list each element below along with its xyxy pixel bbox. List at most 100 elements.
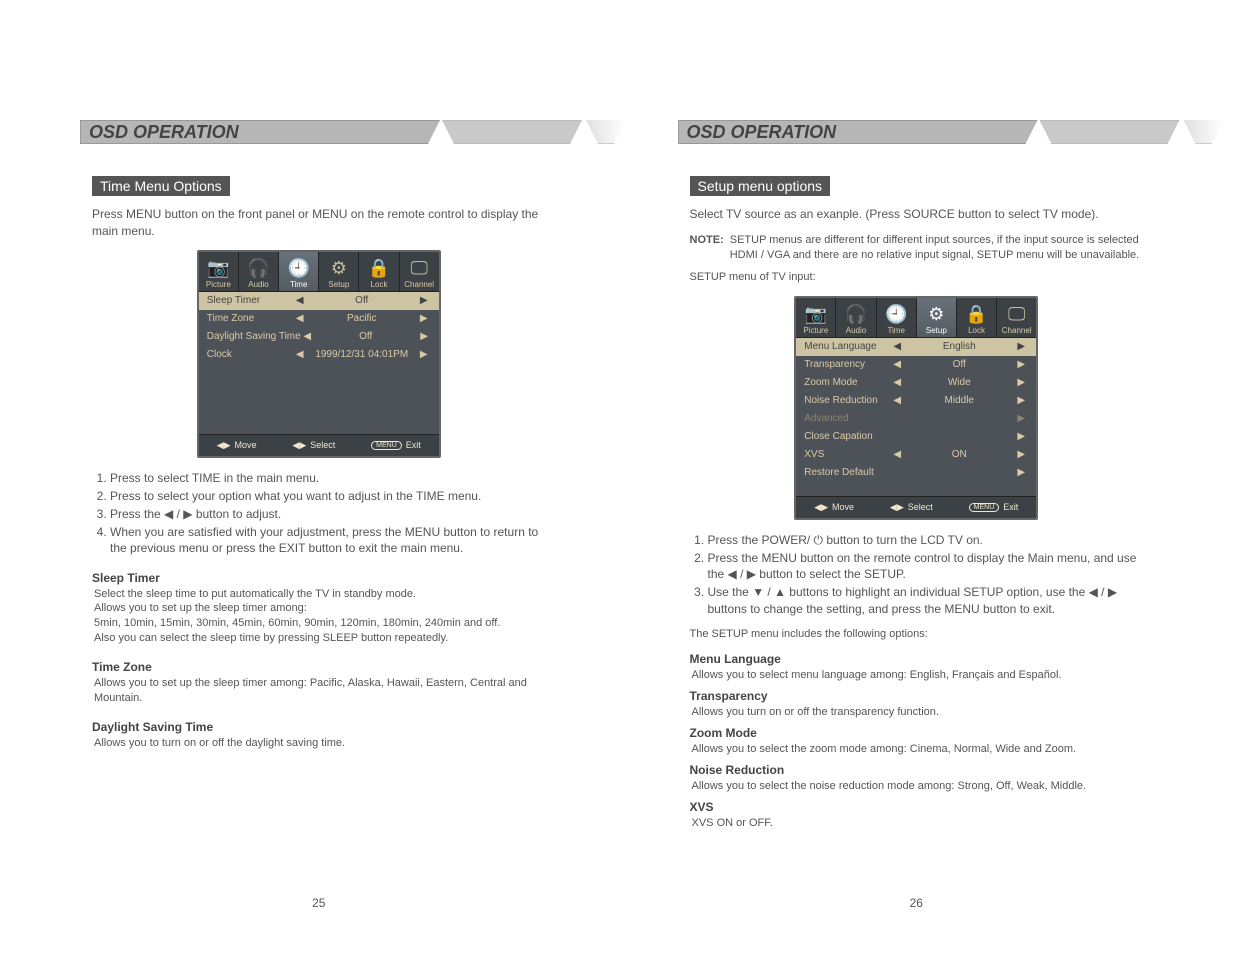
osd-tab-label: Lock [968,326,985,335]
description-section: Zoom Mode Allows you to select the zoom m… [690,726,1144,757]
osd-row[interactable]: Clock◀1999/12/31 04:01PM▶ [199,346,439,364]
osd-row[interactable]: Zoom Mode◀Wide▶ [796,374,1036,392]
osd-tab-lock[interactable]: 🔒Lock [359,252,399,291]
osd-tab-label: Time [290,280,307,289]
steps-left: Press to select TIME in the main menu. Pr… [94,470,546,557]
options-intro: The SETUP menu includes the following op… [690,627,1144,642]
osd-row-value: Off [904,359,1014,370]
arrow-right-icon: ▶ [1014,395,1028,406]
time-icon: 🕘 [279,256,318,280]
steps-right: Press the POWER/ ⏻ button to turn the LC… [692,532,1144,617]
audio-icon: 🎧 [239,256,278,280]
arrow-left-icon: ◀ [890,377,904,388]
section-body: Allows you to set up the sleep timer amo… [94,676,546,706]
arrow-right-icon: ▶ [1014,341,1028,352]
intro-right: Select TV source as an exanple. (Press S… [690,206,1144,223]
osd-tab-label: Setup [328,280,349,289]
footer-exit: MENUExit [371,440,421,450]
pagenum-right: 26 [678,896,1156,910]
osd-row-label: Time Zone [207,313,293,324]
description-section: Transparency Allows you turn on or off th… [690,689,1144,720]
arrow-right-icon: ▶ [1014,377,1028,388]
banner-right: OSD OPERATION [678,120,1156,146]
section-body: Allows you to select menu language among… [692,668,1144,683]
osd-row-label: Sleep Timer [207,295,293,306]
section-title: XVS [690,800,1144,814]
step-item: Press to select your option what you wan… [110,488,546,504]
osd-row-label: Zoom Mode [804,377,890,388]
banner-title: OSD OPERATION [678,120,1038,144]
osd-footer-left: ◀▶Move ◀▶Select MENUExit [199,434,439,456]
osd-row[interactable]: Advanced▶ [796,410,1036,428]
arrow-left-icon: ◀ [301,331,314,342]
intro-left: Press MENU button on the front panel or … [92,206,546,240]
step-item: Press the POWER/ ⏻ button to turn the LC… [708,532,1144,548]
osd-tab-audio[interactable]: 🎧Audio [836,298,876,337]
osd-row[interactable]: Noise Reduction◀Middle▶ [796,392,1036,410]
osd-tab-audio[interactable]: 🎧Audio [239,252,279,291]
section-body: XVS ON or OFF. [692,816,1144,831]
osd-tab-setup[interactable]: ⚙Setup [319,252,359,291]
osd-tab-label: Channel [404,280,434,289]
section-title: Zoom Mode [690,726,1144,740]
arrow-left-icon: ◀ [890,449,904,460]
osd-tab-picture[interactable]: 📷Picture [199,252,239,291]
osd-row[interactable]: Sleep Timer◀Off▶ [199,292,439,310]
step-item: Use the ▼ / ▲ buttons to highlight an in… [708,584,1144,616]
osd-tab-channel[interactable]: 🖵Channel [997,298,1036,337]
osd-tab-time[interactable]: 🕘Time [877,298,917,337]
osd-spacer [199,364,439,434]
osd-row-value: Pacific [307,313,417,324]
osd-tabs-left: 📷Picture🎧Audio🕘Time⚙Setup🔒Lock🖵Channel [199,252,439,292]
osd-row-value: Middle [904,395,1014,406]
osd-row[interactable]: Daylight Saving Time◀Off▶ [199,328,439,346]
banner-left: OSD OPERATION [80,120,558,146]
step-item: Press the MENU button on the remote cont… [708,550,1144,582]
section-body: Allows you to turn on or off the dayligh… [94,736,546,751]
note-row: NOTE: SETUP menus are different for diff… [690,233,1144,263]
osd-row-value: Wide [904,377,1014,388]
section-title: Transparency [690,689,1144,703]
footer-move: ◀▶Move [217,440,257,451]
page-left: OSD OPERATION Time Menu Options Press ME… [0,120,618,880]
osd-row[interactable]: Restore Default ▶ [796,464,1036,482]
osd-row[interactable]: XVS◀ON▶ [796,446,1036,464]
section-body: Allows you to select the zoom mode among… [692,742,1144,757]
banner-title: OSD OPERATION [80,120,440,144]
arrow-right-icon: ▶ [1014,467,1028,478]
osd-tab-channel[interactable]: 🖵Channel [400,252,439,291]
list-label: SETUP menu of TV input: [690,270,1144,285]
osd-tab-lock[interactable]: 🔒Lock [957,298,997,337]
section-body: Allows you turn on or off the transparen… [692,705,1144,720]
osd-row[interactable]: Transparency◀Off▶ [796,356,1036,374]
osd-row-label: Clock [207,349,293,360]
osd-row-label: XVS [804,449,890,460]
section-title: Time Zone [92,660,546,674]
osd-row-value: 1999/12/31 04:01PM [307,349,417,360]
osd-row-label: Close Capation [804,431,890,442]
arrow-right-icon: ▶ [417,313,431,324]
footer-move: ◀▶Move [814,502,854,513]
channel-icon: 🖵 [400,256,439,280]
picture-icon: 📷 [199,256,238,280]
osd-row[interactable]: Close Capation ▶ [796,428,1036,446]
osd-tab-label: Picture [803,326,828,335]
osd-tab-picture[interactable]: 📷Picture [796,298,836,337]
osd-row-label: Daylight Saving Time [207,331,301,342]
arrow-left-icon: ◀ [293,313,307,324]
osd-tab-time[interactable]: 🕘Time [279,252,319,291]
osd-row[interactable]: Menu Language◀English▶ [796,338,1036,356]
osd-row-label: Advanced [804,413,890,424]
banner-tail [1040,120,1180,144]
osd-setup-menu: 📷Picture🎧Audio🕘Time⚙Setup🔒Lock🖵Channel M… [794,296,1038,520]
osd-row-label: Restore Default [804,467,890,478]
step-item: Press to select TIME in the main menu. [110,470,546,486]
picture-icon: 📷 [796,302,835,326]
arrow-right-icon: ▶ [1014,431,1028,442]
section-body: Allows you to select the noise reduction… [692,779,1144,794]
osd-row-value: English [904,341,1014,352]
osd-row-value: ON [904,449,1014,460]
description-section: Noise ReductionAllows you to select the … [690,763,1144,794]
osd-tab-setup[interactable]: ⚙Setup [917,298,957,337]
osd-row[interactable]: Time Zone◀Pacific▶ [199,310,439,328]
